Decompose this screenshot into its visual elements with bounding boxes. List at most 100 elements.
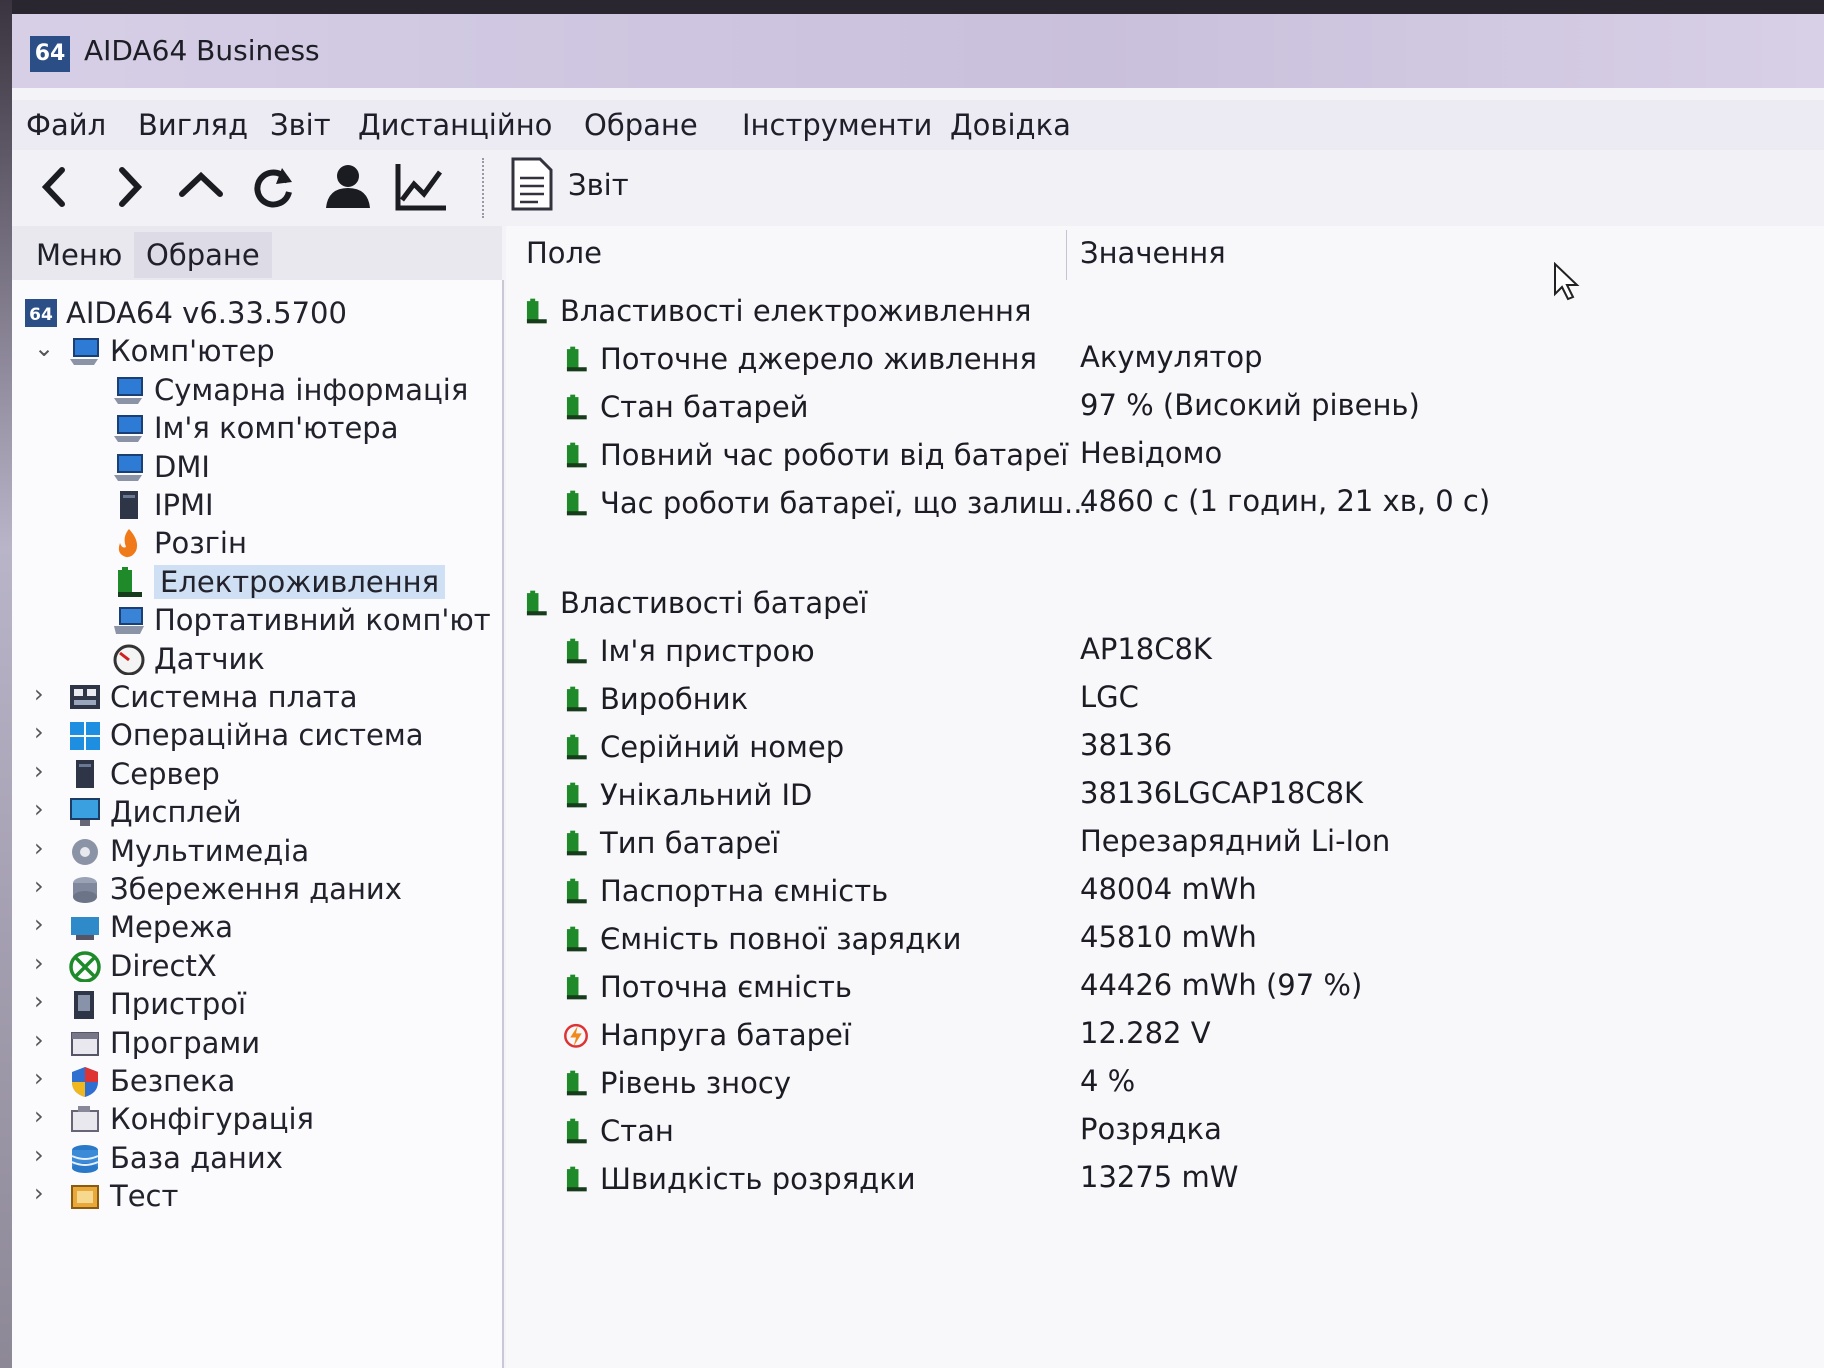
table-row[interactable]: Стан батарей 97 % (Високий рівень)	[562, 382, 1802, 428]
tree-item-label: Мережа	[110, 910, 234, 945]
chevron-right-icon[interactable]: ›	[34, 987, 44, 1015]
menu-item[interactable]: Інструменти	[742, 108, 932, 142]
tree-item[interactable]: Розгін	[112, 520, 247, 562]
forward-icon[interactable]	[100, 158, 158, 216]
table-row[interactable]: Ємність повної зарядки 45810 mWh	[562, 914, 1802, 960]
table-row[interactable]: Повний час роботи від батареї Невідомо	[562, 430, 1802, 476]
tree-item[interactable]: IPMI	[112, 482, 214, 524]
tree-item[interactable]: Мультимедіа	[68, 828, 309, 870]
chevron-right-icon[interactable]: ›	[34, 910, 44, 938]
menu-item[interactable]: Довідка	[950, 108, 1071, 142]
tree-item-label: DirectX	[110, 948, 217, 983]
tree-item[interactable]: Тест	[68, 1173, 178, 1215]
chevron-right-icon[interactable]: ›	[34, 834, 44, 862]
tab-favorites[interactable]: Обране	[134, 232, 272, 278]
tree-item[interactable]: Конфігурація	[68, 1096, 314, 1138]
tree-item-label: База даних	[110, 1140, 283, 1175]
menu-item[interactable]: Звіт	[270, 108, 331, 142]
back-icon[interactable]	[26, 158, 84, 216]
chevron-right-icon[interactable]: ›	[34, 1141, 44, 1169]
tree-item[interactable]: Операційна система	[68, 712, 424, 754]
chevron-right-icon[interactable]: ›	[34, 872, 44, 900]
tree-item-label: AIDA64 v6.33.5700	[66, 296, 347, 330]
tree-item[interactable]: Комп'ютер	[68, 328, 275, 370]
tree-item-label: Дисплей	[110, 795, 242, 830]
column-separator[interactable]	[1066, 230, 1067, 280]
tree-item[interactable]: Електроживлення	[112, 559, 446, 601]
tree-item[interactable]: DirectX	[68, 943, 217, 985]
table-row[interactable]: Серійний номер 38136	[562, 722, 1802, 768]
chevron-right-icon[interactable]: ›	[34, 1179, 44, 1207]
menu-item[interactable]: Дистанційно	[358, 108, 552, 142]
tree-item[interactable]: База даних	[68, 1135, 283, 1177]
menu-item[interactable]: Обране	[584, 108, 698, 142]
chevron-right-icon[interactable]: ›	[34, 1102, 44, 1130]
tree-item[interactable]: Датчик	[112, 636, 265, 678]
group-header[interactable]: Властивості батареї	[522, 578, 1802, 624]
chevron-right-icon[interactable]: ›	[34, 680, 44, 708]
report-label[interactable]: Звіт	[568, 168, 629, 202]
field-value: 13275 mW	[1080, 1160, 1239, 1194]
motherboard-icon	[70, 685, 100, 709]
column-header-value[interactable]: Значення	[1080, 226, 1226, 280]
chevron-down-icon[interactable]: ⌄	[34, 334, 54, 362]
chevron-right-icon[interactable]: ›	[34, 718, 44, 746]
table-row[interactable]: Рівень зносу 4 %	[562, 1058, 1802, 1104]
table-row[interactable]: Стан Розрядка	[562, 1106, 1802, 1152]
screen-bezel-left	[0, 0, 12, 1368]
table-row[interactable]: Поточне джерело живлення Акумулятор	[562, 334, 1802, 380]
refresh-icon[interactable]	[244, 158, 302, 216]
group-header[interactable]: Властивості електроживлення	[522, 286, 1802, 332]
tree-item[interactable]: Мережа	[68, 904, 233, 946]
user-icon[interactable]	[318, 158, 376, 216]
field-label: Час роботи батареї, що залиш...	[600, 486, 1092, 520]
toolbar: Звіт	[12, 150, 1824, 226]
table-row[interactable]: Час роботи батареї, що залиш... 4860 с (1…	[562, 478, 1802, 524]
chevron-right-icon[interactable]: ›	[34, 1026, 44, 1054]
table-row[interactable]: Швидкість розрядки 13275 mW	[562, 1154, 1802, 1200]
up-icon[interactable]	[172, 158, 230, 216]
battery-icon	[566, 686, 587, 712]
table-row[interactable]: Ім'я пристрою AP18C8K	[562, 626, 1802, 672]
tree-item[interactable]: 64 AIDA64 v6.33.5700	[24, 290, 347, 332]
battery-icon	[566, 638, 587, 664]
tree-item[interactable]: Системна плата	[68, 674, 358, 716]
field-label: Напруга батареї	[600, 1018, 851, 1052]
chart-icon[interactable]	[392, 158, 450, 216]
table-row[interactable]: Напруга батареї 12.282 V	[562, 1010, 1802, 1056]
tree-item[interactable]: Пристрої	[68, 981, 246, 1023]
tree-item[interactable]: Збереження даних	[68, 866, 402, 908]
table-row[interactable]: Унікальний ID 38136LGCAP18C8K	[562, 770, 1802, 816]
column-header-field[interactable]: Поле	[526, 226, 602, 280]
tree-item[interactable]: Дисплей	[68, 789, 242, 831]
navigation-tree: 64 AIDA64 v6.33.5700 ⌄ Комп'ютер Сумарна інф…	[12, 280, 504, 1368]
tree-item-label: Комп'ютер	[110, 334, 275, 369]
table-row[interactable]: Виробник LGC	[562, 674, 1802, 720]
tree-item[interactable]: Портативний комп'ют	[112, 597, 491, 639]
title-bar[interactable]: 64 AIDA64 Business	[12, 14, 1824, 88]
battery-icon	[526, 298, 547, 324]
table-row[interactable]: Поточна ємність 44426 mWh (97 %)	[562, 962, 1802, 1008]
tree-item[interactable]: Програми	[68, 1020, 260, 1062]
chevron-right-icon[interactable]: ›	[34, 1064, 44, 1092]
tree-item[interactable]: DMI	[112, 444, 210, 486]
tree-item[interactable]: Безпека	[68, 1058, 235, 1100]
field-label: Ємність повної зарядки	[600, 922, 962, 956]
tree-item[interactable]: Сумарна інформація	[112, 367, 468, 409]
table-row[interactable]: Паспортна ємність 48004 mWh	[562, 866, 1802, 912]
tree-item[interactable]: Сервер	[68, 751, 220, 793]
chevron-right-icon[interactable]: ›	[34, 757, 44, 785]
chevron-right-icon[interactable]: ›	[34, 795, 44, 823]
voltage-icon	[564, 1023, 588, 1048]
field-value: Розрядка	[1080, 1112, 1222, 1146]
chevron-right-icon[interactable]: ›	[34, 949, 44, 977]
battery-icon	[566, 782, 587, 808]
report-icon[interactable]	[510, 156, 554, 212]
tree-item[interactable]: Ім'я комп'ютера	[112, 405, 398, 447]
shield-icon	[72, 1067, 98, 1097]
tab-menu[interactable]: Меню	[24, 232, 134, 278]
menu-item[interactable]: Вигляд	[138, 108, 248, 142]
table-row[interactable]: Тип батареї Перезарядний Li-Ion	[562, 818, 1802, 864]
field-label: Поточне джерело живлення	[600, 342, 1037, 376]
menu-item[interactable]: Файл	[26, 108, 106, 142]
